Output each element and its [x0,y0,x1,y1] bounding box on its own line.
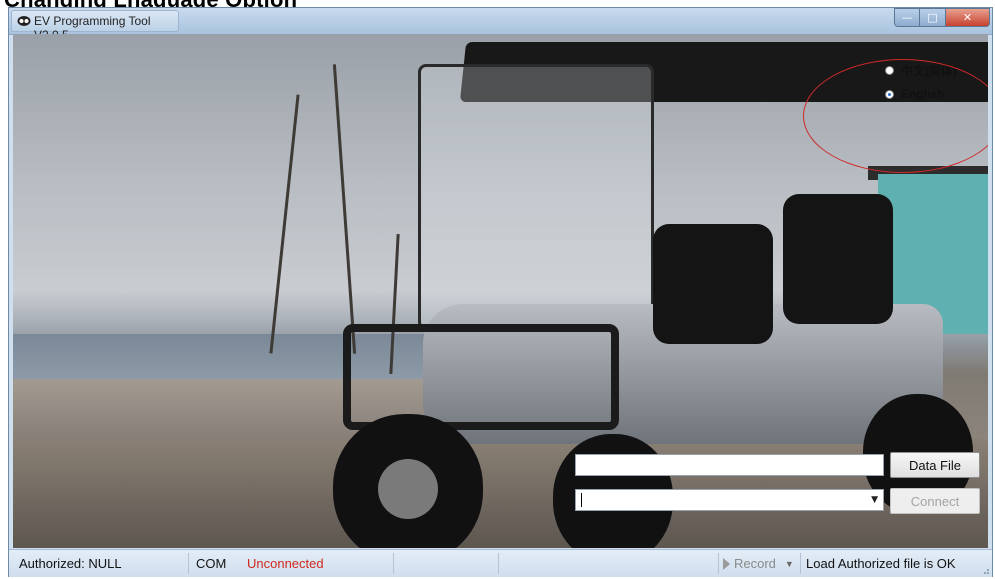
status-divider [188,553,189,574]
minimize-icon: — [901,11,913,24]
chevron-down-icon[interactable]: ▼ [785,559,794,569]
connection-status: Unconnected [247,556,324,571]
close-button[interactable]: ✕ [946,8,990,27]
text-caret [581,493,582,507]
status-divider [498,553,499,574]
com-label: COM [196,556,227,571]
palm-tree [269,94,300,354]
cart-seat [653,224,773,344]
status-divider [393,553,394,574]
status-message: Load Authorized file is OK [806,556,956,571]
record-label: Record [734,556,776,571]
connect-button[interactable]: Connect [890,488,980,514]
data-file-path-input[interactable] [575,454,884,476]
resize-grip-icon[interactable] [980,565,990,575]
status-divider [800,553,801,574]
wheel-rim [378,459,438,519]
title-tab: EV Programming Tool V2.0.5 [11,10,179,42]
status-divider [718,553,719,574]
play-icon [723,557,730,570]
authorized-status: Authorized: NULL [19,556,122,571]
cart-windshield [418,64,654,330]
maximize-button[interactable]: □ [920,8,946,27]
minimize-button[interactable]: — [894,8,920,27]
app-window: EV Programming Tool V2.0.5 — □ ✕ 中文(简体) [8,7,993,577]
cart-seat [783,194,893,324]
close-icon: ✕ [962,11,973,24]
com-port-select[interactable]: ▼ [575,489,884,511]
chevron-down-icon[interactable]: ▼ [871,495,878,505]
app-logo-icon [17,16,31,26]
record-button[interactable]: Record ▼ [723,550,794,577]
cart-bumper [343,324,619,430]
window-controls: — □ ✕ [894,8,990,27]
background-photo: 中文(简体) English Data File ▼ Connect [13,34,988,548]
status-bar: Authorized: NULL COM Unconnected Record … [9,549,992,577]
maximize-icon: □ [927,11,938,24]
title-bar[interactable]: EV Programming Tool V2.0.5 — □ ✕ [9,8,992,42]
annotation-circle [803,59,988,173]
data-file-button[interactable]: Data File [890,452,980,478]
palm-tree [332,64,357,354]
